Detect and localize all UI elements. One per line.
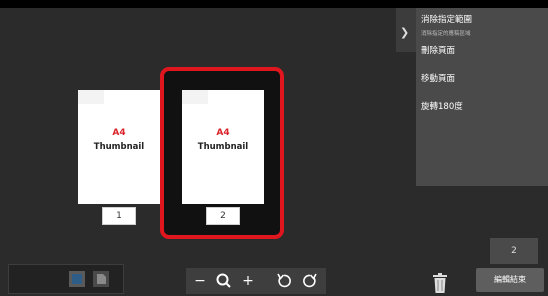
minus-icon[interactable]: − [190,271,210,291]
view-mode-group [8,264,124,294]
trash-icon[interactable] [432,272,448,294]
page-thumbnail-2[interactable]: A4 Thumbnail [182,90,264,204]
page-view-icon[interactable] [93,271,109,287]
deselect-range-button[interactable]: 消除指定範圍 [421,13,472,25]
page-thumbnail-label: Thumbnail [197,142,249,152]
page-thumbnail-1[interactable]: A4 Thumbnail [78,90,160,204]
page-number-2: 2 [206,207,240,225]
chevron-right-icon[interactable]: ❯ [400,26,409,39]
magnifier-icon[interactable] [214,271,234,291]
deselect-range-caption: 消除指定的應稿區域 [421,31,471,37]
rotate-right-icon[interactable] [300,271,320,291]
plus-icon[interactable]: + [238,271,258,291]
page-size-label: A4 [216,128,230,138]
rotate-180-button[interactable]: 旋轉180度 [421,100,463,112]
rotate-left-icon[interactable] [274,271,294,291]
page-count: 2 [490,238,538,264]
page-size-label: A4 [112,128,126,138]
page-thumbnail-label: Thumbnail [93,142,145,152]
delete-page-button[interactable]: 刪除頁面 [421,44,455,56]
thumbnail-view-icon[interactable] [69,271,85,287]
page-corner-tab [78,90,104,104]
page-corner-tab [182,90,208,104]
move-page-button[interactable]: 移動頁面 [421,72,455,84]
page-number-1: 1 [102,207,136,225]
zoom-rotate-toolbar: − + [186,268,326,294]
end-edit-button[interactable]: 編輯結束 [476,268,544,292]
